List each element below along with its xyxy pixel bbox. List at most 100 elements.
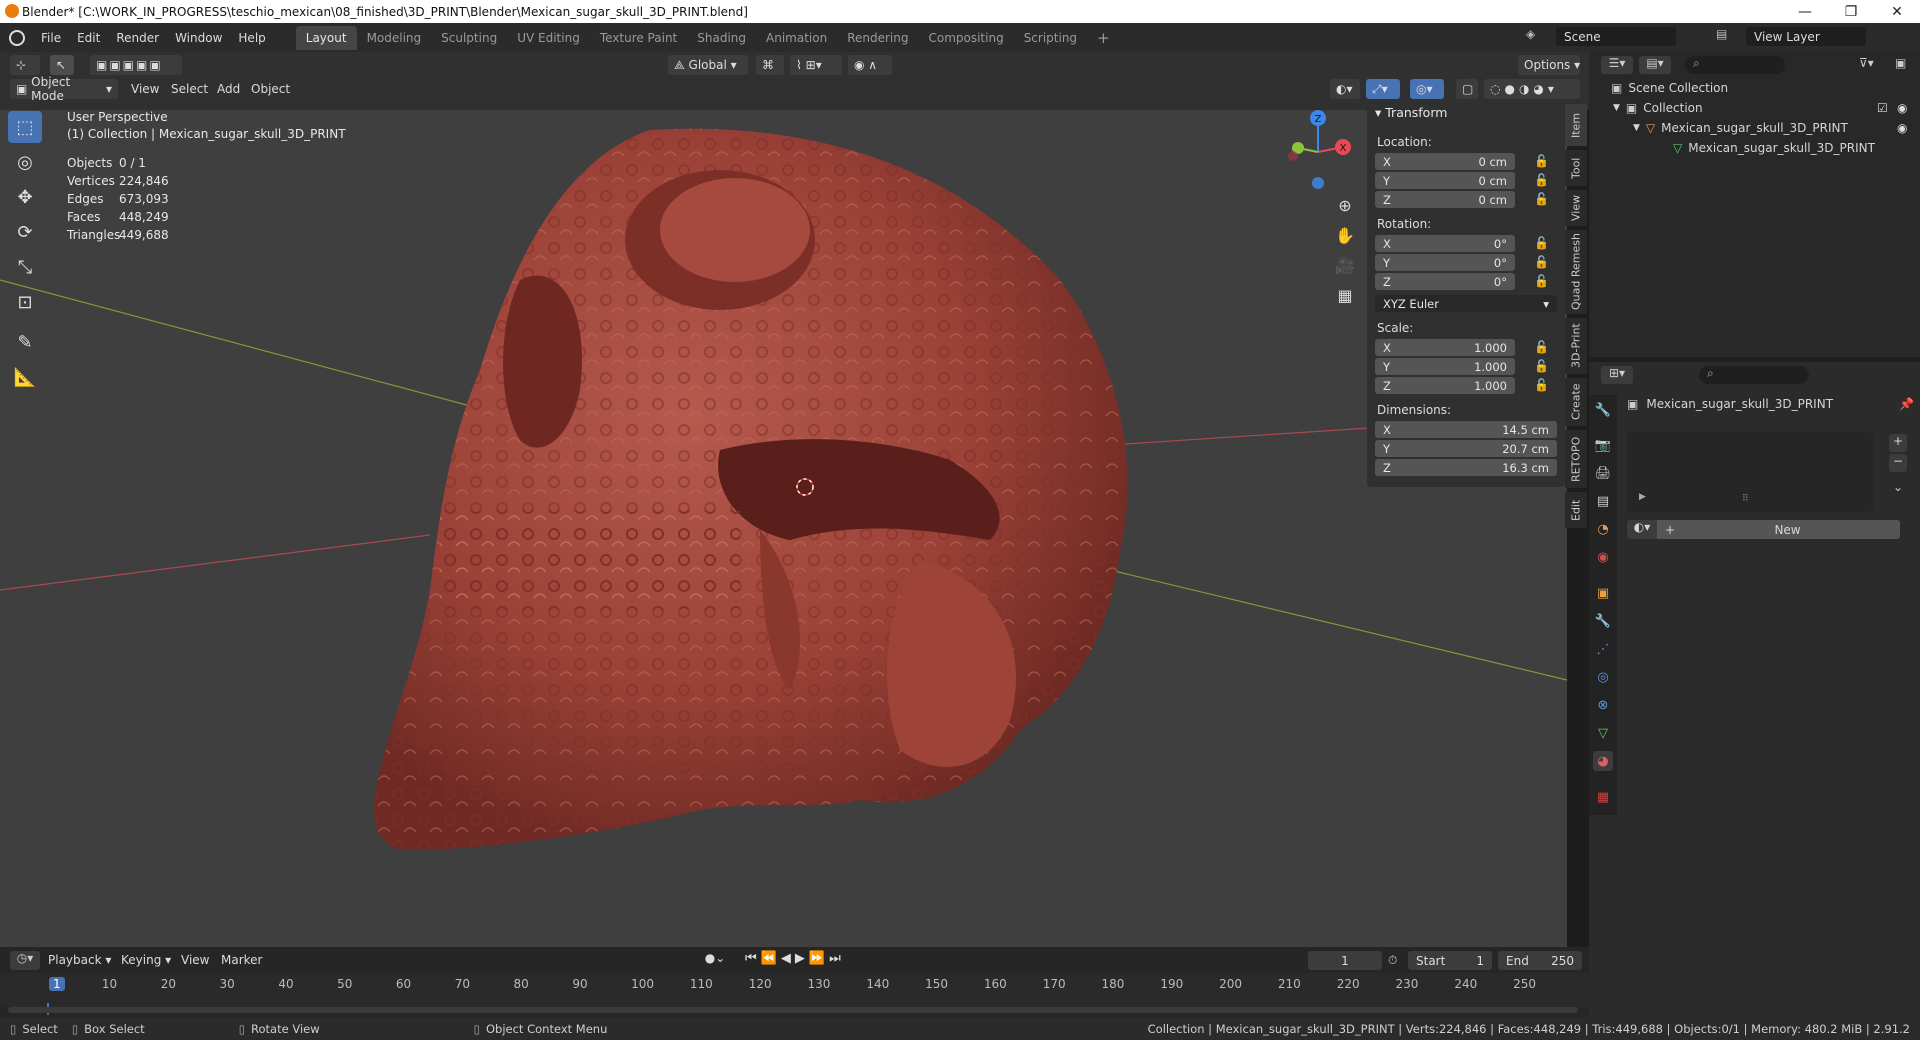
tab-retopo[interactable]: RETOPO <box>1565 430 1587 488</box>
maximize-button[interactable]: ❐ <box>1828 0 1874 23</box>
timeline-menu-keying[interactable]: Keying ▾ <box>121 953 171 967</box>
tab-sculpting[interactable]: Sculpting <box>431 26 507 50</box>
tab-item[interactable]: Item <box>1565 104 1587 146</box>
auto-keying-icon[interactable]: ●⌄ <box>700 951 730 970</box>
neg-z-gizmo-ball[interactable] <box>1312 177 1324 189</box>
header-menu-object[interactable]: Object <box>251 82 290 96</box>
output-properties-icon[interactable]: 🖨 <box>1593 463 1613 483</box>
modifier-properties-icon[interactable]: 🔧 <box>1593 611 1613 631</box>
tab-scripting[interactable]: Scripting <box>1014 26 1087 50</box>
rotation-mode-dropdown[interactable]: XYZ Euler ▾ <box>1375 295 1557 312</box>
lock-icon[interactable]: 🔓 <box>1534 154 1549 168</box>
rotation-z-field[interactable]: Z 0° <box>1375 273 1515 290</box>
menu-file[interactable]: File <box>33 31 69 45</box>
pan-hand-icon[interactable]: ✋ <box>1333 226 1357 250</box>
rotate-tool-icon[interactable]: ⟳ <box>8 216 42 248</box>
lock-icon[interactable]: 🔓 <box>1534 378 1549 392</box>
menu-edit[interactable]: Edit <box>69 31 108 45</box>
render-properties-icon[interactable]: 📷 <box>1593 435 1613 455</box>
remove-slot-button[interactable]: − <box>1889 454 1907 472</box>
transform-tool-icon[interactable]: ⊡ <box>8 286 42 318</box>
outliner-row-scene-collection[interactable]: ▣ Scene Collection <box>1589 78 1920 98</box>
timeline-menu-playback[interactable]: Playback ▾ <box>48 953 111 967</box>
menu-window[interactable]: Window <box>167 31 230 45</box>
outliner-search-icon[interactable]: ⌕ <box>1685 56 1785 74</box>
minimize-button[interactable]: — <box>1782 0 1828 23</box>
properties-editor-icon[interactable]: ⊞▾ <box>1601 366 1633 384</box>
current-frame-field[interactable]: 1 <box>1308 951 1382 970</box>
tab-edit[interactable]: Edit <box>1565 492 1587 528</box>
object-properties-icon[interactable]: ▣ <box>1593 583 1613 603</box>
chevron-down-icon[interactable]: ⌄ <box>1889 480 1907 498</box>
zoom-icon[interactable]: ⊕ <box>1333 196 1357 220</box>
checkbox-icon[interactable]: ☑ <box>1877 101 1888 115</box>
navigation-gizmo[interactable]: X Z <box>1288 110 1351 189</box>
overlay-toggle-icon[interactable]: ◎▾ <box>1410 79 1444 99</box>
new-material-button[interactable]: + New <box>1657 520 1900 539</box>
tab-compositing[interactable]: Compositing <box>918 26 1013 50</box>
tab-3d-print[interactable]: 3D-Print <box>1565 318 1587 374</box>
select-cursor-icon[interactable]: ↖ <box>50 55 74 75</box>
visibility-icon[interactable]: ◐▾ <box>1330 79 1360 99</box>
location-y-field[interactable]: Y0 cm <box>1375 172 1515 189</box>
editor-type-icon[interactable]: ⊹ <box>10 55 40 75</box>
jump-to-start-icon[interactable]: ⏮ <box>745 951 757 966</box>
scale-x-field[interactable]: X 1.000 <box>1375 339 1515 356</box>
blender-menu-icon[interactable] <box>9 29 25 46</box>
view-layer-field[interactable]: View Layer <box>1746 27 1866 46</box>
browse-material-icon[interactable]: ◐▾ <box>1627 520 1657 539</box>
scene-properties-icon[interactable]: ◔ <box>1593 519 1613 539</box>
eye-icon[interactable]: ◉ <box>1897 121 1907 135</box>
rotation-x-field[interactable]: X 0° <box>1375 235 1515 252</box>
lock-icon[interactable]: 🔓 <box>1534 173 1549 187</box>
lock-icon[interactable]: 🔓 <box>1534 340 1549 354</box>
3d-viewport[interactable]: X Z User Perspective (1) Collection | Me… <box>0 110 1567 947</box>
sugar-skull-model[interactable] <box>374 128 1128 850</box>
dimensions-z-field[interactable]: Z 16.3 cm <box>1375 459 1557 476</box>
add-slot-button[interactable]: + <box>1889 434 1907 452</box>
close-button[interactable]: ✕ <box>1874 0 1920 23</box>
tool-settings-icon[interactable]: 🔧 <box>1593 400 1613 420</box>
constraints-properties-icon[interactable]: ⊗ <box>1593 695 1613 715</box>
lock-icon[interactable]: 🔓 <box>1534 359 1549 373</box>
header-menu-add[interactable]: Add <box>217 82 240 96</box>
add-workspace-button[interactable]: + <box>1087 24 1120 52</box>
location-z-field[interactable]: Z0 cm <box>1375 191 1515 208</box>
pivot-icon[interactable]: ⌘ <box>756 55 784 75</box>
play-reverse-icon[interactable]: ◀ <box>781 951 791 966</box>
move-tool-icon[interactable]: ✥ <box>8 181 42 213</box>
tab-animation[interactable]: Animation <box>756 26 837 50</box>
lock-icon[interactable]: 🔓 <box>1534 192 1549 206</box>
transform-orientation-dropdown[interactable]: ⟁ Global ▾ <box>668 55 748 75</box>
particles-properties-icon[interactable]: ⋰ <box>1593 639 1613 659</box>
ortho-grid-icon[interactable]: ▦ <box>1333 286 1357 310</box>
select-box-tool-icon[interactable]: ⬚ <box>8 111 42 143</box>
measure-tool-icon[interactable]: 📐 <box>8 361 42 393</box>
annotate-tool-icon[interactable]: ✎ <box>8 326 42 358</box>
expand-arrow-icon[interactable]: ▼ <box>1633 123 1640 133</box>
object-mode-dropdown[interactable]: ▣ Object Mode ▾ <box>10 75 118 103</box>
scale-y-field[interactable]: Y 1.000 <box>1375 358 1515 375</box>
lock-icon[interactable]: 🔓 <box>1534 236 1549 250</box>
tab-create[interactable]: Create <box>1565 378 1587 426</box>
jump-to-keyframe-back-icon[interactable]: ⏪ <box>761 951 777 966</box>
lock-icon[interactable]: 🔓 <box>1534 274 1549 288</box>
tab-rendering[interactable]: Rendering <box>837 26 918 50</box>
location-x-field[interactable]: X0 cm <box>1375 153 1515 170</box>
neg-x-gizmo-ball[interactable] <box>1288 151 1298 161</box>
dimensions-x-field[interactable]: X 14.5 cm <box>1375 421 1557 438</box>
resize-handle-icon[interactable]: ⠿ <box>1742 494 1749 504</box>
camera-view-icon[interactable]: 🎥 <box>1333 256 1357 280</box>
timeline-scrollbar[interactable] <box>8 1007 1578 1013</box>
tab-texture-paint[interactable]: Texture Paint <box>590 26 687 50</box>
jump-to-end-icon[interactable]: ⏭ <box>829 951 841 966</box>
texture-properties-icon[interactable]: ▦ <box>1593 787 1613 807</box>
preview-range-icon[interactable]: ⏱ <box>1388 953 1397 968</box>
tab-uv-editing[interactable]: UV Editing <box>507 26 590 50</box>
outliner-row-collection[interactable]: ▼ ▣ Collection ☑ ◉ <box>1589 98 1920 118</box>
start-frame-field[interactable]: Start 1 <box>1408 951 1492 970</box>
scale-tool-icon[interactable]: ⤡ <box>8 251 42 283</box>
material-properties-icon[interactable]: ◕ <box>1593 751 1613 771</box>
jump-to-keyframe-forward-icon[interactable]: ⏩ <box>809 951 825 966</box>
new-collection-icon[interactable]: ▣ <box>1895 56 1913 70</box>
